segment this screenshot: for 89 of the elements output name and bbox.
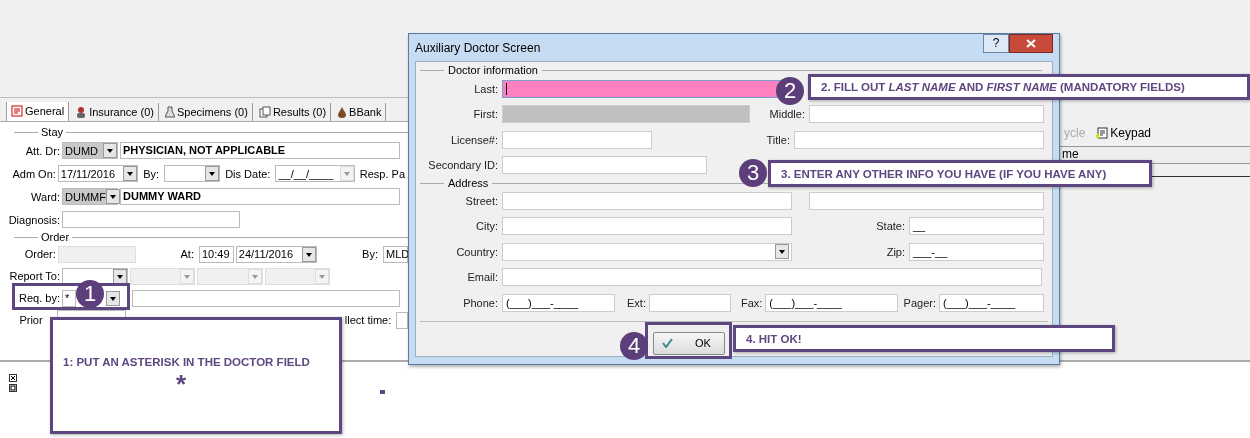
field-label: State: (876, 220, 906, 233)
field-label: Fax: (740, 296, 764, 309)
fax-field[interactable]: (___)___-____ (765, 293, 899, 312)
email-field[interactable] (502, 268, 1042, 287)
close-icon[interactable] (9, 374, 17, 382)
field-label: First: (472, 108, 499, 121)
field-label: Resp. Pa (358, 167, 406, 180)
checkmark-icon (662, 338, 673, 348)
field-label: Last: (473, 82, 499, 95)
field-label: Title: (766, 133, 791, 146)
ext-field[interactable] (648, 293, 731, 312)
doctor-name-field[interactable] (132, 289, 400, 307)
group-title: Stay (41, 126, 63, 138)
group-title: Doctor information (448, 64, 538, 76)
middle-name-field[interactable] (809, 105, 1044, 124)
field-label: Att. Dr: (24, 144, 60, 157)
flask-icon (164, 106, 175, 118)
field-label: Dis Date: (224, 167, 272, 180)
name-field[interactable]: DUMMY WARD (120, 188, 400, 205)
field-label: llect time: (343, 314, 393, 326)
toolbar-button[interactable]: Keypad (1095, 126, 1152, 140)
instruction-text: 4. HIT OK! (746, 332, 802, 345)
time-field[interactable] (396, 311, 408, 329)
time-field[interactable]: 10:49 (198, 245, 234, 263)
field-label: Report To: (8, 270, 60, 282)
drop-icon (337, 106, 348, 118)
stray-mark (380, 390, 385, 394)
field-label: Country: (455, 245, 499, 258)
field-label: Order: (23, 248, 56, 260)
code-dropdown[interactable]: DUMD (62, 142, 118, 159)
by-field[interactable]: MLD (383, 245, 408, 263)
priority-field[interactable] (56, 310, 126, 317)
field-label: Middle: (769, 108, 806, 121)
window-title: Auxiliary Doctor Screen (415, 40, 541, 55)
field-label: Diagnosis: (7, 213, 60, 226)
street-field[interactable] (809, 191, 1044, 210)
instruction-text: 2. FILL OUT LAST NAME AND FIRST NAME (MANDATORY FIELDS) (821, 81, 1185, 93)
papers-icon (258, 106, 271, 118)
document-icon (11, 105, 23, 117)
zip-field[interactable]: ___-__ (909, 242, 1044, 261)
state-field[interactable]: __ (909, 217, 1044, 236)
field-label: Ward: (30, 190, 60, 203)
tab[interactable]: Results (0) (254, 103, 332, 121)
group-title: Order (41, 231, 70, 243)
field-label: Prior (18, 314, 43, 326)
field-label: Adm On: (11, 167, 56, 180)
field-label: Req. by: (18, 292, 60, 304)
field-label: License#: (449, 133, 499, 146)
street-field[interactable] (502, 191, 792, 210)
field-label: City: (475, 220, 499, 233)
maximize-icon[interactable] (9, 384, 17, 392)
date-dropdown[interactable]: __/__/____ (275, 165, 355, 182)
field-label: Email: (466, 271, 499, 284)
field-label: Ext: (627, 296, 647, 309)
field-label: Pager: (903, 296, 937, 309)
secondary-id-field[interactable] (502, 156, 707, 175)
tab[interactable]: Insurance (0) (71, 103, 159, 121)
help-button[interactable]: ? (983, 34, 1009, 53)
field-label: Phone: (462, 296, 499, 309)
tab[interactable]: Specimens (0) (160, 103, 253, 121)
doctor-field[interactable]: * (62, 289, 76, 307)
phone-field[interactable]: (___)___-____ (502, 293, 615, 312)
field-label: At: (179, 248, 195, 260)
pager-field[interactable]: (___)___-____ (939, 293, 1044, 312)
order-field[interactable] (57, 245, 136, 263)
title-field[interactable] (794, 130, 1044, 149)
asterisk-symbol: * (175, 371, 188, 396)
field-label: Street: (464, 194, 499, 207)
field-label: Secondary ID: (427, 159, 499, 172)
person-icon (75, 106, 88, 118)
license-field[interactable] (502, 130, 652, 149)
date-dropdown[interactable]: 17/11/2016 (57, 165, 139, 182)
field-label: By: (361, 248, 379, 260)
field-label: Zip: (886, 245, 906, 258)
tab[interactable]: General (6, 102, 70, 121)
city-field[interactable] (502, 217, 792, 236)
instruction-text: 3. ENTER ANY OTHER INFO YOU HAVE (IF YOU HAVE ANY) (781, 167, 1107, 180)
diagnosis-field[interactable] (62, 211, 240, 228)
name-field[interactable]: PHYSICIAN, NOT APPLICABLE (120, 142, 400, 159)
close-icon (1026, 39, 1036, 48)
instruction-text: 1: PUT AN ASTERISK IN THE DOCTOR FIELD (63, 355, 310, 368)
code-dropdown[interactable]: DUMMF (62, 188, 118, 205)
ok-button[interactable]: OK (653, 331, 725, 355)
keypad-icon (1095, 126, 1109, 140)
date-dropdown[interactable]: 24/11/2016 (235, 245, 318, 263)
group-title: Address (448, 177, 489, 189)
tab[interactable]: BBank (333, 103, 387, 121)
field-label: By: (142, 167, 161, 180)
close-button[interactable] (1009, 34, 1053, 53)
